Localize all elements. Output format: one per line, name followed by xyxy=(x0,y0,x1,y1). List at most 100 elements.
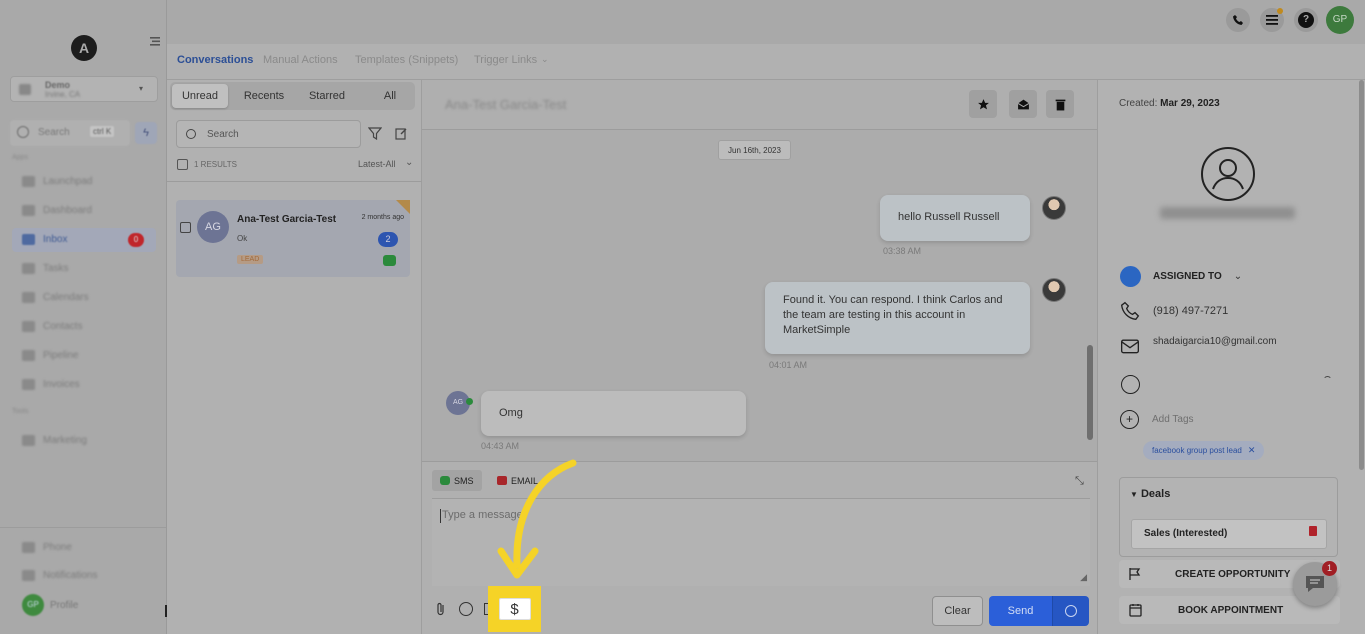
right-scrollbar[interactable] xyxy=(1359,80,1364,470)
phone-icon xyxy=(1120,301,1140,321)
expand-icon[interactable]: ⤡ xyxy=(1075,475,1084,488)
item-checkbox[interactable] xyxy=(180,222,191,233)
created-label: Created: xyxy=(1119,98,1158,109)
star-icon xyxy=(977,98,989,109)
schedule-send-button[interactable] xyxy=(1052,596,1089,626)
task-list-icon[interactable] xyxy=(1260,8,1284,32)
location-switcher[interactable]: Demo Irvine, CA ▾ xyxy=(10,76,158,102)
segment-all[interactable]: All xyxy=(365,84,415,108)
megaphone-icon xyxy=(22,435,35,446)
sort-dropdown[interactable]: Latest-All xyxy=(358,159,396,169)
trash-icon[interactable] xyxy=(1309,526,1317,536)
delete-button[interactable] xyxy=(1046,90,1074,118)
message-bubble-outgoing: hello Russell Russell xyxy=(880,195,1030,241)
sidebar-item-profile[interactable]: GP Profile xyxy=(22,594,78,616)
dollar-icon: $ xyxy=(498,598,531,620)
phone-row[interactable]: (918) 497-7271 xyxy=(1120,301,1228,321)
deal-card[interactable]: Sales (Interested) xyxy=(1131,519,1327,549)
message-scrollbar[interactable] xyxy=(1087,345,1093,440)
emoji-icon[interactable] xyxy=(459,602,473,616)
message-bubble-outgoing: Found it. You can respond. I think Carlo… xyxy=(765,282,1030,354)
sidebar-item-launchpad[interactable]: Launchpad xyxy=(22,176,93,187)
sidebar-item-label: Tasks xyxy=(43,263,69,274)
user-icon xyxy=(1212,159,1244,190)
calendar-icon xyxy=(22,292,35,303)
calendar-icon xyxy=(1129,604,1142,617)
assigned-label: ASSIGNED TO xyxy=(1153,271,1222,282)
create-opportunity-label: CREATE OPPORTUNITY xyxy=(1175,568,1291,580)
message-text: hello Russell Russell xyxy=(898,211,1000,223)
created-info: Created: Mar 29, 2023 xyxy=(1119,98,1220,109)
add-tags-row[interactable]: + Add Tags xyxy=(1120,410,1194,429)
sidebar-item-invoices[interactable]: Invoices xyxy=(22,379,80,390)
segment-starred[interactable]: Starred xyxy=(298,84,356,108)
segment-recents[interactable]: Recents xyxy=(235,84,293,108)
sidebar-item-dashboard[interactable]: Dashboard xyxy=(22,205,92,216)
unread-count-badge: 2 xyxy=(378,232,398,247)
star-button[interactable] xyxy=(969,90,997,118)
chat-badge: 1 xyxy=(1322,561,1337,576)
caret-down-icon: ▼ xyxy=(1130,490,1138,499)
email-row[interactable]: shadaigarcia10@gmail.com xyxy=(1120,336,1277,356)
select-all-checkbox[interactable] xyxy=(177,159,188,170)
contact-name-blurred xyxy=(1160,207,1295,219)
payment-link-button[interactable]: $ xyxy=(488,586,541,632)
tag-chip[interactable]: facebook group post lead ✕ xyxy=(1143,441,1265,460)
contact-phone: (918) 497-7271 xyxy=(1153,305,1229,317)
mark-read-button[interactable] xyxy=(1009,90,1037,118)
sidebar-item-label: Calendars xyxy=(43,292,89,303)
location-sub: Irvine, CA xyxy=(45,90,81,99)
message-text: Found it. You can respond. I think Carlo… xyxy=(783,294,1003,336)
attachment-icon[interactable] xyxy=(436,602,446,616)
sidebar-collapse-icon[interactable] xyxy=(150,35,162,47)
sidebar-item-label: Pipeline xyxy=(43,350,79,361)
apps-section-label: Apps xyxy=(12,154,28,161)
resize-handle-icon[interactable]: ◢ xyxy=(1080,572,1087,583)
tab-templates[interactable]: Templates (Snippets) xyxy=(355,54,458,66)
close-icon[interactable]: ✕ xyxy=(1248,445,1256,456)
tasks-icon xyxy=(22,263,35,274)
lightning-icon[interactable]: ϟ xyxy=(135,122,157,144)
tab-trigger-links[interactable]: Trigger Links xyxy=(474,54,537,66)
send-button[interactable]: Send xyxy=(989,596,1052,626)
message-text: Omg xyxy=(499,407,523,419)
clear-button[interactable]: Clear xyxy=(932,596,983,626)
conversation-list-item[interactable]: AG Ana-Test Garcia-Test 2 months ago Ok … xyxy=(176,200,410,277)
tab-manual-actions[interactable]: Manual Actions xyxy=(263,54,338,66)
clock-icon xyxy=(1121,375,1140,394)
contact-email: shadaigarcia10@gmail.com xyxy=(1153,336,1277,347)
deals-toggle[interactable]: ▼ Deals xyxy=(1130,488,1170,500)
sidebar-item-tasks[interactable]: Tasks xyxy=(22,263,69,274)
sidebar-item-label: Contacts xyxy=(43,321,83,332)
conversation-contact-name: Ana-Test Garcia-Test xyxy=(445,97,567,112)
channel-tab-sms[interactable]: SMS xyxy=(432,470,482,491)
tab-conversations[interactable]: Conversations xyxy=(177,54,253,66)
conversation-search-input[interactable]: Search xyxy=(176,120,361,148)
deal-name: Sales (Interested) xyxy=(1144,528,1228,539)
assigned-to-dropdown[interactable]: ASSIGNED TO ⌄ xyxy=(1120,266,1242,287)
inbox-count-badge: 0 xyxy=(128,233,144,247)
sidebar-item-notifications[interactable]: Notifications xyxy=(22,570,97,581)
inbox-icon xyxy=(22,234,35,245)
location-icon xyxy=(19,84,31,95)
sidebar-item-inbox[interactable]: Inbox xyxy=(22,234,67,245)
phone-icon xyxy=(22,542,35,553)
user-circle-icon xyxy=(1120,266,1141,287)
help-icon[interactable]: ? xyxy=(1294,8,1318,32)
sidebar-item-calendars[interactable]: Calendars xyxy=(22,292,89,303)
segment-unread[interactable]: Unread xyxy=(172,84,228,108)
user-avatar[interactable]: GP xyxy=(1326,6,1354,34)
sidebar-search[interactable]: Search ctrl K xyxy=(10,120,130,146)
phone-icon[interactable] xyxy=(1226,8,1250,32)
sidebar-item-marketing[interactable]: Marketing xyxy=(22,435,87,446)
filter-icon[interactable] xyxy=(368,127,382,140)
sender-avatar xyxy=(1042,196,1066,220)
sms-channel-icon xyxy=(383,255,396,266)
sidebar-item-pipeline[interactable]: Pipeline xyxy=(22,350,79,361)
sidebar-item-phone[interactable]: Phone xyxy=(22,542,72,553)
trash-icon xyxy=(1055,99,1065,110)
sidebar-item-contacts[interactable]: Contacts xyxy=(22,321,82,332)
clock-icon xyxy=(1065,605,1077,617)
compose-icon[interactable] xyxy=(395,127,408,140)
chat-icon xyxy=(1306,576,1324,592)
